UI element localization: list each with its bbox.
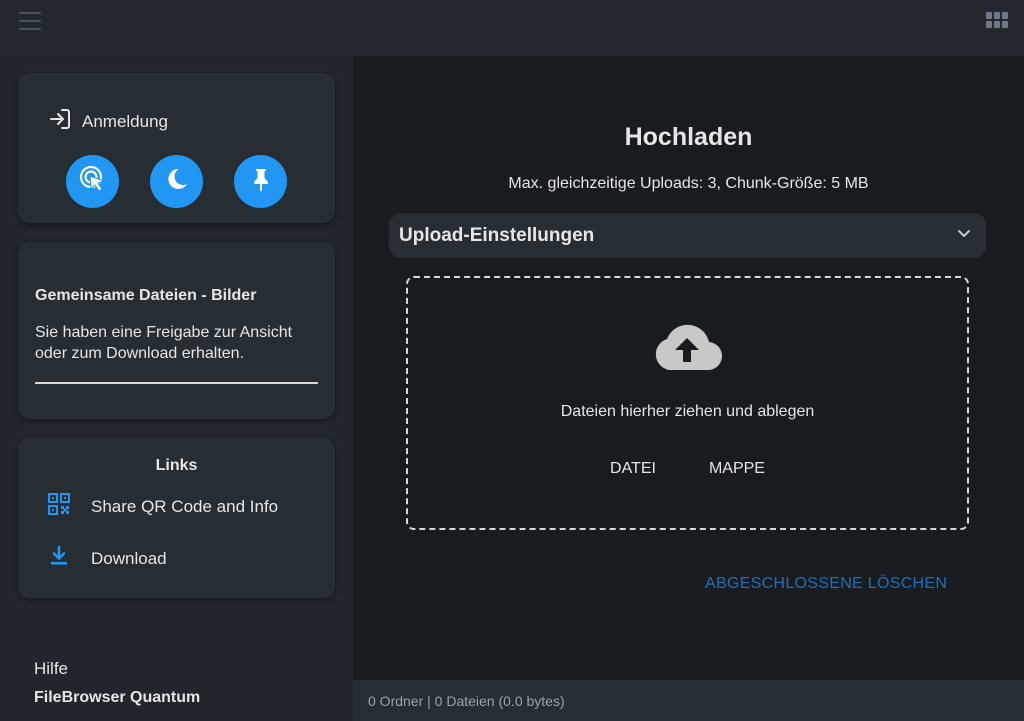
top-bar xyxy=(0,0,1024,56)
login-icon xyxy=(48,107,72,136)
dark-mode-icon xyxy=(162,164,192,199)
pin-icon xyxy=(247,165,275,198)
share-qr-link[interactable]: Share QR Code and Info xyxy=(48,493,278,520)
download-label: Download xyxy=(91,548,167,568)
share-info-card: Gemeinsame Dateien - Bilder Sie haben ei… xyxy=(18,242,335,419)
app-brand: FileBrowser Quantum xyxy=(34,689,201,706)
quick-action-buttons xyxy=(66,155,287,208)
qr-code-icon xyxy=(48,493,70,520)
upload-settings-label: Upload-Einstellungen xyxy=(399,224,595,246)
dropzone-text: Dateien hierher ziehen und ablegen xyxy=(560,403,815,420)
touch-cursor-icon xyxy=(77,163,109,200)
share-description: Sie haben eine Freigabe zur Ansicht oder… xyxy=(35,324,293,362)
chevron-down-icon xyxy=(956,225,972,246)
download-icon xyxy=(48,545,70,572)
select-file-button[interactable]: DATEI xyxy=(610,458,656,480)
login-button[interactable]: Anmeldung xyxy=(48,107,168,136)
pin-button[interactable] xyxy=(234,155,287,208)
share-qr-label: Share QR Code and Info xyxy=(91,496,279,516)
status-text: 0 Ordner | 0 Dateien (0.0 bytes) xyxy=(368,692,565,709)
login-card: Anmeldung xyxy=(18,73,335,223)
page-title: Hochladen xyxy=(624,123,753,151)
upload-panel: Hochladen Max. gleichzeitige Uploads: 3,… xyxy=(353,56,1024,680)
dark-mode-button[interactable] xyxy=(150,155,203,208)
divider xyxy=(35,382,318,384)
status-bar: 0 Ordner | 0 Dateien (0.0 bytes) xyxy=(353,680,1024,721)
sidebar: Anmeldung Gemeinsame Dateien - Bilder Si… xyxy=(0,56,353,721)
download-link[interactable]: Download xyxy=(48,545,167,572)
grid-view-icon[interactable] xyxy=(986,12,1008,30)
upload-settings-expander[interactable]: Upload-Einstellungen xyxy=(389,213,986,258)
clear-completed-button[interactable]: ABGESCHLOSSENE LÖSCHEN xyxy=(705,575,947,593)
login-label: Anmeldung xyxy=(82,111,169,131)
select-folder-button[interactable]: MAPPE xyxy=(709,458,765,480)
help-link[interactable]: Hilfe xyxy=(34,659,68,679)
share-title: Gemeinsame Dateien - Bilder xyxy=(35,287,257,304)
file-dropzone[interactable]: Dateien hierher ziehen und ablegen DATEI… xyxy=(406,276,969,530)
touch-cursor-button[interactable] xyxy=(66,155,119,208)
hamburger-menu-icon[interactable] xyxy=(18,10,42,32)
dropzone-actions: DATEI MAPPE xyxy=(408,458,967,480)
links-title: Links xyxy=(155,457,198,474)
cloud-upload-icon xyxy=(651,322,723,377)
links-card: Links Share QR Code and Info Download xyxy=(18,438,335,598)
upload-limits-text: Max. gleichzeitige Uploads: 3, Chunk-Grö… xyxy=(508,175,869,192)
